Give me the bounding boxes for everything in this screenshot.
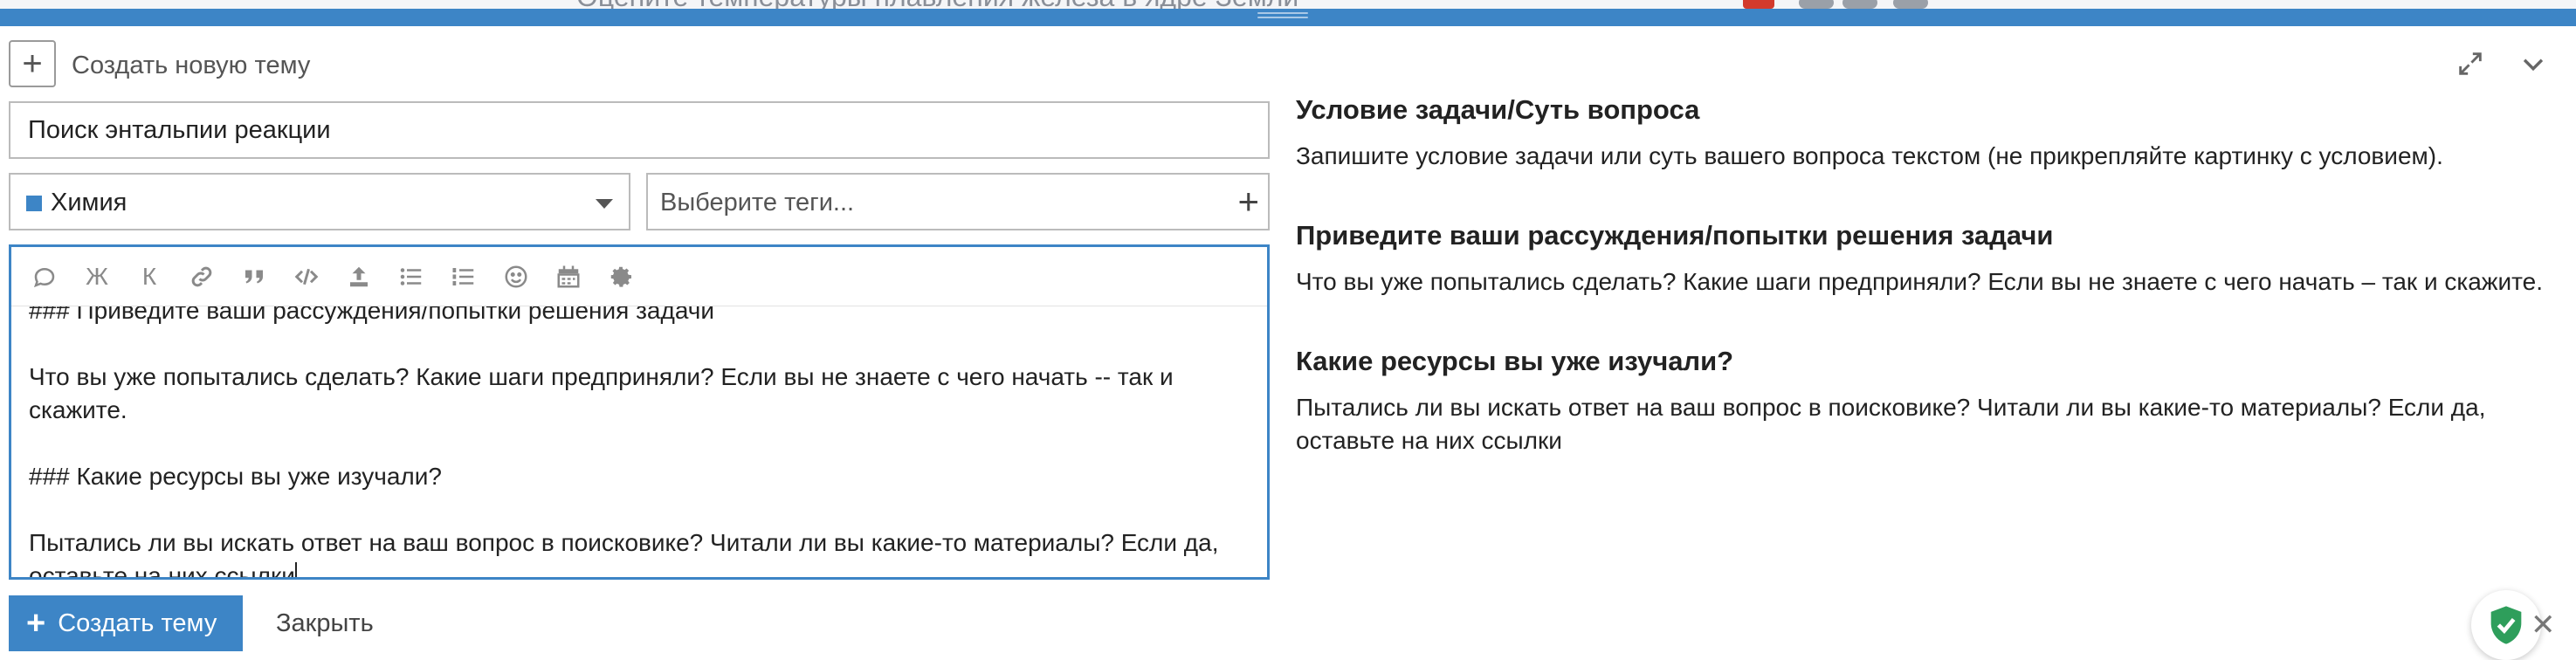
emoji-icon[interactable] [499,259,534,294]
close-button[interactable]: Закрыть [262,595,388,651]
preview-pane: Условие задачи/Суть вопроса Запишите усл… [1296,93,2559,457]
create-topic-label: Создать тему [58,608,217,637]
category-label: Химия [51,189,127,217]
tags-placeholder: Выберите теги... [660,189,855,217]
background-avatar [1799,0,1834,9]
preview-paragraph: Что вы уже попытались сделать? Какие шаг… [1296,268,2544,295]
italic-icon[interactable]: К [132,259,167,294]
speech-bubble-icon[interactable] [27,259,62,294]
preview-heading: Какие ресурсы вы уже изучали? [1296,346,1734,376]
chevron-down-icon[interactable] [2518,49,2548,79]
bold-icon[interactable]: Ж [79,259,114,294]
background-badge [1743,0,1774,9]
drag-handle-icon[interactable] [1257,12,1308,21]
plus-icon: + [9,40,56,87]
background-page: Оцените температуры плавления железа в я… [0,0,2576,9]
post-editor[interactable]: Ж К ### Приведите ваши рассуждения/попыт… [9,244,1270,580]
close-icon[interactable]: ✕ [2531,608,2556,643]
quote-icon[interactable] [237,259,272,294]
editor-line: Что вы уже попытались сделать? Какие шаг… [29,363,1181,423]
background-avatar [1842,0,1877,9]
category-color-swatch [26,196,42,211]
preview-heading: Приведите ваши рассуждения/попытки решен… [1296,220,2054,251]
tags-select[interactable]: Выберите теги... + [646,173,1270,230]
expand-icon[interactable] [2455,49,2485,79]
bullet-list-icon[interactable] [394,259,429,294]
calendar-icon[interactable] [551,259,586,294]
editor-textarea[interactable]: ### Приведите ваши рассуждения/попытки р… [29,294,1251,580]
category-select[interactable]: Химия [9,173,630,230]
editor-line: Пытались ли вы искать ответ на ваш вопро… [29,529,1226,580]
preview-paragraph: Запишите условие задачи или суть вашего … [1296,142,2443,169]
composer-title: Создать новую тему [72,52,311,79]
plus-icon: + [26,605,46,642]
background-topic-title: Оцените температуры плавления железа в я… [576,0,1298,9]
caret-down-icon [596,199,613,209]
numbered-list-icon[interactable] [446,259,481,294]
topic-title-input[interactable] [9,101,1270,159]
composer-header: + Создать новую тему [0,26,2576,101]
background-avatar [1893,0,1928,9]
link-icon[interactable] [184,259,219,294]
gear-icon[interactable] [603,259,638,294]
editor-toolbar: Ж К [11,247,1267,306]
text-cursor [294,562,297,577]
composer-resize-bar[interactable] [0,9,2576,26]
preview-paragraph: Пытались ли вы искать ответ на ваш вопро… [1296,394,2486,454]
create-topic-button[interactable]: + Создать тему [9,595,243,651]
preview-heading: Условие задачи/Суть вопроса [1296,94,1700,125]
code-icon[interactable] [289,259,324,294]
add-tag-icon[interactable]: + [1237,183,1259,220]
upload-icon[interactable] [341,259,376,294]
editor-line: ### Какие ресурсы вы уже изучали? [29,463,442,490]
